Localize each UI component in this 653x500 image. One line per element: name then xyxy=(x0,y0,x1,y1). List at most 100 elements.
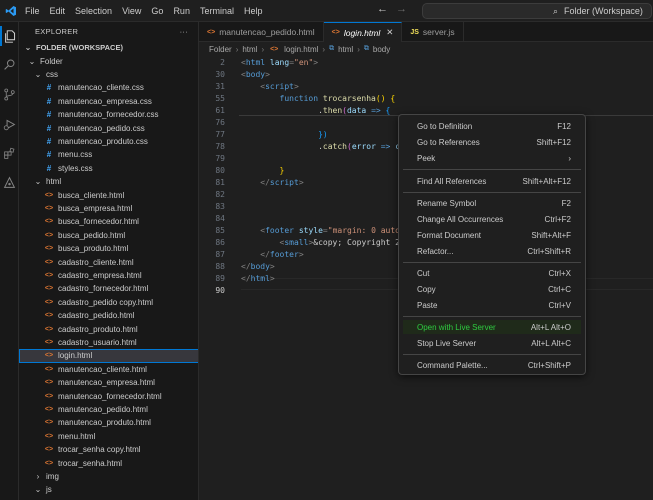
breadcrumb-item[interactable]: html xyxy=(338,45,353,54)
menu-edit[interactable]: Edit xyxy=(45,0,71,22)
source-control-icon[interactable] xyxy=(0,84,19,104)
tree-item-label: busca_produto.html xyxy=(58,244,129,254)
tree-item-label: cadastro_pedido copy.html xyxy=(58,297,154,307)
menu-item-label: Format Document xyxy=(417,230,482,240)
menu-item-shortcut: Shift+Alt+F12 xyxy=(522,176,571,186)
explorer-icon[interactable] xyxy=(0,26,19,46)
tab-manutencao-pedido[interactable]: <> manutencao_pedido.html xyxy=(199,22,324,42)
tree-item-label: cadastro_pedido.html xyxy=(58,311,135,321)
chevron-down-icon[interactable]: ⌄ xyxy=(23,43,33,52)
menu-help[interactable]: Help xyxy=(239,0,268,22)
menu-view[interactable]: View xyxy=(117,0,146,22)
chevron-down-icon[interactable]: ⌄ xyxy=(33,485,43,494)
menu-item-copy[interactable]: Copy Ctrl+C xyxy=(403,282,581,296)
file-item[interactable]: <> cadastro_empresa.html xyxy=(19,269,198,282)
file-item[interactable]: # menu.css xyxy=(19,148,198,161)
file-item[interactable]: <> cadastro_fornecedor.html xyxy=(19,282,198,295)
back-arrow-icon[interactable]: ← xyxy=(377,3,388,15)
menu-item-change-all-occurrences[interactable]: Change All Occurrences Ctrl+F2 xyxy=(403,212,581,226)
file-item[interactable]: <> cadastro_pedido.html xyxy=(19,309,198,322)
file-item[interactable]: <> menu.html xyxy=(19,430,198,443)
file-item[interactable]: # styles.css xyxy=(19,162,198,175)
file-item[interactable]: <> login.html xyxy=(19,349,198,363)
menu-selection[interactable]: Selection xyxy=(70,0,117,22)
html-file-icon: <> xyxy=(44,392,54,400)
tab-server-js[interactable]: JS server.js xyxy=(402,22,464,42)
file-item[interactable]: <> busca_produto.html xyxy=(19,242,198,255)
more-actions-icon[interactable]: ··· xyxy=(180,27,188,36)
folder-css[interactable]: ⌄ css xyxy=(19,68,198,81)
menu-bar: File Edit Selection View Go Run Terminal… xyxy=(20,0,267,22)
run-debug-icon[interactable] xyxy=(0,114,19,134)
menu-item-format-document[interactable]: Format Document Shift+Alt+F xyxy=(403,228,581,242)
menu-item-paste[interactable]: Paste Ctrl+V xyxy=(403,298,581,312)
file-item[interactable]: <> manutencao_cliente.html xyxy=(19,363,198,376)
menu-item-go-to-definition[interactable]: Go to Definition F12 xyxy=(403,119,581,133)
file-item[interactable]: <> busca_pedido.html xyxy=(19,229,198,242)
html-file-icon: <> xyxy=(44,352,54,360)
file-item[interactable]: <> manutencao_pedido.html xyxy=(19,403,198,416)
chevron-down-icon[interactable]: ⌄ xyxy=(33,177,43,186)
tree-item-label: manutencao_produto.html xyxy=(58,418,151,428)
menu-item-refactor[interactable]: Refactor... Ctrl+Shift+R xyxy=(403,244,581,258)
menu-item-go-to-references[interactable]: Go to References Shift+F12 xyxy=(403,135,581,149)
menu-item-open-with-live-server[interactable]: Open with Live Server Alt+L Alt+O xyxy=(403,320,581,334)
menu-terminal[interactable]: Terminal xyxy=(195,0,239,22)
chevron-down-icon[interactable]: ⌄ xyxy=(27,57,37,66)
menu-item-cut[interactable]: Cut Ctrl+X xyxy=(403,266,581,280)
tab-login[interactable]: <> login.html ✕ xyxy=(323,22,403,42)
menu-separator xyxy=(403,262,581,263)
breadcrumb-item[interactable]: body xyxy=(373,45,390,54)
forward-arrow-icon[interactable]: → xyxy=(396,3,407,15)
chevron-down-icon[interactable]: ⌄ xyxy=(33,70,43,79)
css-file-icon: # xyxy=(46,110,52,120)
workspace-root[interactable]: ⌄ FOLDER (WORKSPACE) xyxy=(19,41,198,54)
command-center[interactable]: ⌕ Folder (Workspace) xyxy=(422,3,652,19)
menu-item-command-palette[interactable]: Command Palette... Ctrl+Shift+P xyxy=(403,358,581,372)
file-item[interactable]: <> trocar_senha copy.html xyxy=(19,443,198,456)
breadcrumb-item[interactable]: login.html xyxy=(284,45,318,54)
menu-item-peek[interactable]: Peek › xyxy=(403,151,581,165)
title-bar: File Edit Selection View Go Run Terminal… xyxy=(0,0,653,22)
file-item[interactable]: <> manutencao_fornecedor.html xyxy=(19,389,198,402)
file-item[interactable]: <> manutencao_empresa.html xyxy=(19,376,198,389)
file-item[interactable]: <> trocar_senha.html xyxy=(19,456,198,469)
menu-item-stop-live-server[interactable]: Stop Live Server Alt+L Alt+C xyxy=(403,336,581,350)
file-item[interactable]: <> busca_empresa.html xyxy=(19,202,198,215)
file-item[interactable]: # manutencao_cliente.css xyxy=(19,81,198,94)
menu-item-rename-symbol[interactable]: Rename Symbol F2 xyxy=(403,196,581,210)
html-file-icon: <> xyxy=(44,285,54,293)
menu-file[interactable]: File xyxy=(20,0,45,22)
breadcrumb-item[interactable]: html xyxy=(242,45,257,54)
folder-html[interactable]: ⌄ html xyxy=(19,175,198,188)
tree-item-label: manutencao_fornecedor.html xyxy=(58,391,162,401)
file-item[interactable]: <> cadastro_usuario.html xyxy=(19,336,198,349)
menu-item-shortcut: Shift+F12 xyxy=(536,137,571,147)
folder-img[interactable]: › img xyxy=(19,470,198,483)
menu-run[interactable]: Run xyxy=(168,0,195,22)
file-item[interactable]: <> cadastro_pedido copy.html xyxy=(19,296,198,309)
file-item[interactable]: <> busca_cliente.html xyxy=(19,188,198,201)
file-item[interactable]: <> busca_fornecedor.html xyxy=(19,215,198,228)
file-item[interactable]: <> manutencao_produto.html xyxy=(19,416,198,429)
menu-go[interactable]: Go xyxy=(146,0,168,22)
file-item[interactable]: # manutencao_fornecedor.css xyxy=(19,108,198,121)
line-number: 61 xyxy=(215,105,225,115)
chevron-right-icon[interactable]: › xyxy=(33,472,43,481)
close-icon[interactable]: ✕ xyxy=(386,27,393,38)
file-item[interactable]: # manutencao_empresa.css xyxy=(19,95,198,108)
breadcrumb-item[interactable]: Folder xyxy=(209,45,232,54)
file-item[interactable]: # manutencao_pedido.css xyxy=(19,121,198,134)
search-view-icon[interactable] xyxy=(0,54,19,74)
code-function: trocarsenha xyxy=(322,93,376,103)
menu-item-find-all-references[interactable]: Find All References Shift+Alt+F12 xyxy=(403,174,581,188)
code-string: "en" xyxy=(294,57,314,67)
extensions-icon[interactable] xyxy=(0,143,19,163)
folder-js[interactable]: ⌄ js xyxy=(19,483,198,496)
html-file-icon: <> xyxy=(44,379,54,387)
file-item[interactable]: # manutencao_produto.css xyxy=(19,135,198,148)
remote-explorer-icon[interactable] xyxy=(0,172,19,192)
folder-item[interactable]: ⌄ Folder xyxy=(19,54,198,67)
file-item[interactable]: <> cadastro_produto.html xyxy=(19,322,198,335)
file-item[interactable]: <> cadastro_cliente.html xyxy=(19,255,198,268)
